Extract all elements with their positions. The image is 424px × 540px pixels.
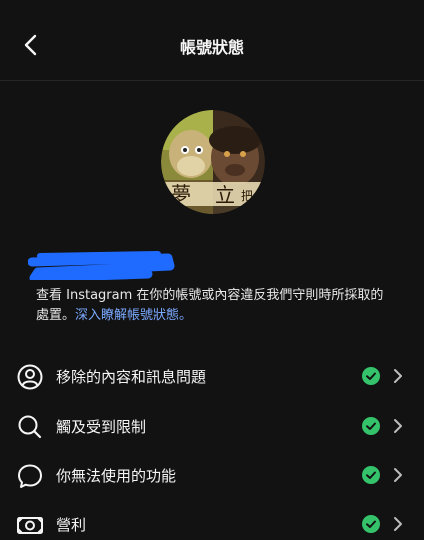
account-status-screen: 帳號狀態 夢 立 把 查看 Instagram 在你的帳號或內容違反我們守則時所… <box>0 0 424 540</box>
top-bar: 帳號狀態 <box>0 0 424 81</box>
search-icon <box>18 415 42 439</box>
check-circle-icon <box>362 515 380 533</box>
person-circle-icon <box>17 364 43 390</box>
svg-text:把: 把 <box>241 189 253 203</box>
chat-bubble-icon <box>18 464 42 488</box>
avatar: 夢 立 把 <box>161 110 265 214</box>
svg-text:立: 立 <box>215 183 235 207</box>
money-icon <box>17 517 43 534</box>
status-item-monetization[interactable]: 營利 <box>0 500 424 540</box>
account-status-description: 查看 Instagram 在你的帳號或內容違反我們守則時所採取的處置。深入瞭解帳… <box>36 286 396 326</box>
chevron-right-icon <box>394 468 402 482</box>
check-circle-icon <box>362 466 380 484</box>
status-item-reach-limited[interactable]: 觸及受到限制 <box>0 402 424 450</box>
status-item-removed-content[interactable]: 移除的內容和訊息問題 <box>0 352 424 400</box>
check-circle-icon <box>362 367 380 385</box>
status-item-label: 觸及受到限制 <box>56 418 147 436</box>
chevron-right-icon <box>394 369 402 383</box>
chevron-right-icon <box>394 419 402 433</box>
chevron-right-icon <box>394 517 402 531</box>
check-circle-icon <box>362 417 380 435</box>
status-item-label: 移除的內容和訊息問題 <box>56 368 207 386</box>
redacted-username <box>28 251 175 280</box>
learn-more-link[interactable]: 深入瞭解帳號狀態。 <box>75 308 192 323</box>
status-item-label: 你無法使用的功能 <box>56 467 177 485</box>
status-item-unavailable-features[interactable]: 你無法使用的功能 <box>0 451 424 499</box>
page-title: 帳號狀態 <box>179 38 244 57</box>
status-item-label: 營利 <box>56 516 87 534</box>
svg-text:夢: 夢 <box>171 182 191 206</box>
